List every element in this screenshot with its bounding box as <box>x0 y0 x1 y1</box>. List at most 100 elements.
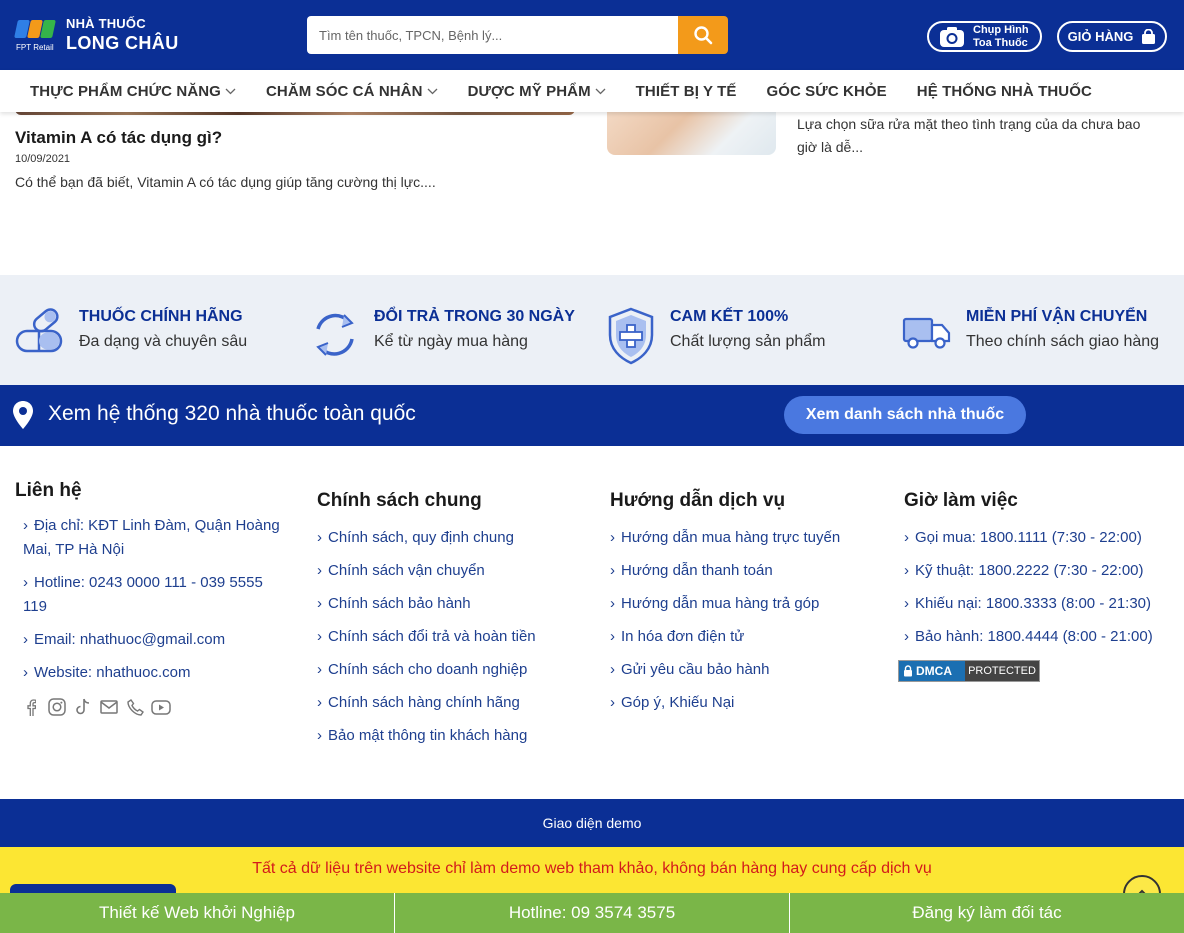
commitment-subtitle: Theo chính sách giao hàng <box>966 333 1160 350</box>
search-input[interactable] <box>307 16 678 54</box>
partner-signup-link[interactable]: Đăng ký làm đối tác <box>790 893 1184 933</box>
nav-item-functional-food[interactable]: THỰC PHẨM CHỨC NĂNG <box>30 83 236 100</box>
footer-heading: Giờ làm việc <box>904 490 1018 511</box>
article-date: 10/09/2021 <box>15 153 71 165</box>
policy-link[interactable]: › Bảo mật thông tin khách hàng <box>317 724 597 748</box>
guide-link[interactable]: › Gửi yêu cầu bảo hành <box>610 658 890 682</box>
contact-website[interactable]: › Website: nhathuoc.com <box>15 661 300 685</box>
commitment-return: ĐỔI TRẢ TRONG 30 NGÀY Kể từ ngày mua hàn… <box>310 305 575 365</box>
contact-email[interactable]: › Email: nhathuoc@gmail.com <box>15 628 300 652</box>
cart-label: GIỎ HÀNG <box>1067 29 1134 44</box>
nav-label: THIẾT BỊ Y TẾ <box>635 82 737 100</box>
chevron-right-icon: › <box>317 661 322 678</box>
logo-bottom-text: LONG CHÂU <box>66 33 179 53</box>
guide-link[interactable]: › Hướng dẫn thanh toán <box>610 559 890 583</box>
footer-heading: Chính sách chung <box>317 490 482 511</box>
store-list-button[interactable]: Xem danh sách nhà thuốc <box>784 396 1026 434</box>
chevron-right-icon: › <box>904 529 909 546</box>
chevron-right-icon: › <box>317 628 322 645</box>
fpt-logo-icon: FPT Retail <box>14 16 58 54</box>
article-excerpt: Có thể bạn đã biết, Vitamin A có tác dụn… <box>15 174 436 190</box>
nav-label: GÓC SỨC KHỎE <box>766 82 887 100</box>
hours-link[interactable]: › Bảo hành: 1800.4444 (8:00 - 21:00) <box>904 625 1179 649</box>
nav-item-cosmetics[interactable]: DƯỢC MỸ PHẨM <box>468 83 606 100</box>
footer-heading: Hướng dẫn dịch vụ <box>610 490 786 511</box>
youtube-icon[interactable] <box>148 696 174 718</box>
footer-contact: Liên hệ › Địa chỉ: KĐT Linh Đàm, Quận Hoà… <box>15 480 300 685</box>
commitment-quality: CAM KẾT 100% Chất lượng sản phẩm <box>606 305 826 365</box>
chevron-right-icon: › <box>904 595 909 612</box>
logo[interactable]: FPT Retail NHÀ THUỐC LONG CHÂU <box>14 16 179 54</box>
main-nav: THỰC PHẨM CHỨC NĂNG CHĂM SÓC CÁ NHÂN DƯỢ… <box>0 70 1184 112</box>
commitments-strip: THUỐC CHÍNH HÃNG Đa dạng và chuyên sâu Đ… <box>0 275 1184 385</box>
dmca-label: DMCA <box>916 664 952 678</box>
nav-item-medical-devices[interactable]: THIẾT BỊ Y TẾ <box>636 83 737 100</box>
contact-address: › Địa chỉ: KĐT Linh Đàm, Quận Hoàng Mai, T… <box>15 514 300 562</box>
article-thumbnail[interactable] <box>607 110 776 155</box>
hours-link[interactable]: › Khiếu nại: 1800.3333 (8:00 - 21:30) <box>904 592 1179 616</box>
chevron-right-icon: › <box>610 529 615 546</box>
footer-policy: Chính sách chung › Chính sách, quy định c… <box>317 490 597 757</box>
bottom-action-bar: Thiết kế Web khởi Nghiệp Hotline: 09 357… <box>0 893 1184 933</box>
footer-guide: Hướng dẫn dịch vụ › Hướng dẫn mua hàng tr… <box>610 490 890 724</box>
search-bar <box>307 16 728 54</box>
guide-link[interactable]: › Hướng dẫn mua hàng trực tuyến <box>610 526 890 550</box>
email-icon[interactable] <box>96 696 122 718</box>
chevron-right-icon: › <box>23 517 28 534</box>
commitment-subtitle: Đa dạng và chuyên sâu <box>79 333 248 350</box>
hours-link[interactable]: › Gọi mua: 1800.1111 (7:30 - 22:00) <box>904 526 1179 550</box>
notice-text: Tất cả dữ liệu trên website chỉ làm demo… <box>252 860 932 877</box>
nav-label: HỆ THỐNG NHÀ THUỐC <box>916 82 1092 100</box>
web-design-link[interactable]: Thiết kế Web khởi Nghiệp <box>0 893 395 933</box>
dmca-badge[interactable]: DMCA PROTECTED <box>898 660 1040 682</box>
policy-link[interactable]: › Chính sách vận chuyển <box>317 559 597 583</box>
guide-link[interactable]: › Hướng dẫn mua hàng trả góp <box>610 592 890 616</box>
search-button[interactable] <box>678 16 728 54</box>
chevron-down-icon <box>427 88 438 95</box>
instagram-icon[interactable] <box>44 696 70 718</box>
commitment-title: THUỐC CHÍNH HÃNG <box>79 308 243 325</box>
store-banner: Xem hệ thống 320 nhà thuốc toàn quốc Xem… <box>0 385 1184 446</box>
contact-hotline[interactable]: › Hotline: 0243 0000 111 - 039 5555 119 <box>15 571 300 619</box>
commitment-title: ĐỔI TRẢ TRONG 30 NGÀY <box>374 308 575 325</box>
policy-link[interactable]: › Chính sách đổi trả và hoàn tiền <box>317 625 597 649</box>
commitment-title: MIỄN PHÍ VẬN CHUYỂN <box>966 308 1148 325</box>
nav-item-health-corner[interactable]: GÓC SỨC KHỎE <box>766 83 886 100</box>
policy-link[interactable]: › Chính sách bảo hành <box>317 592 597 616</box>
commitment-shipping: MIỄN PHÍ VẬN CHUYỂN Theo chính sách giao… <box>902 305 1159 365</box>
article-title[interactable]: Vitamin A có tác dụng gì? <box>15 128 222 148</box>
nav-item-personal-care[interactable]: CHĂM SÓC CÁ NHÂN <box>266 83 438 100</box>
guide-link[interactable]: › Góp ý, Khiếu Nại <box>610 691 890 715</box>
commitment-title: CAM KẾT 100% <box>670 308 789 325</box>
hotline-link[interactable]: Hotline: 09 3574 3575 <box>395 893 790 933</box>
pill-capsule-icon <box>15 305 65 365</box>
policy-link[interactable]: › Chính sách hàng chính hãng <box>317 691 597 715</box>
chevron-right-icon: › <box>317 562 322 579</box>
cart-button[interactable]: GIỎ HÀNG <box>1057 21 1167 52</box>
policy-link[interactable]: › Chính sách cho doanh nghiệp <box>317 658 597 682</box>
chevron-down-icon <box>225 88 236 95</box>
chevron-right-icon: › <box>317 529 322 546</box>
tiktok-icon[interactable] <box>70 696 96 718</box>
chevron-right-icon: › <box>904 628 909 645</box>
chevron-right-icon: › <box>317 694 322 711</box>
photo-prescription-button[interactable]: Chụp Hình Toa Thuốc <box>927 21 1042 52</box>
nav-label: CHĂM SÓC CÁ NHÂN <box>265 82 423 100</box>
commitment-genuine: THUỐC CHÍNH HÃNG Đa dạng và chuyên sâu <box>15 305 247 365</box>
guide-link[interactable]: › In hóa đơn điện tử <box>610 625 890 649</box>
commitment-subtitle: Kể từ ngày mua hàng <box>374 333 528 350</box>
phone-icon[interactable] <box>122 696 148 718</box>
chevron-right-icon: › <box>610 694 615 711</box>
lock-icon <box>903 665 913 677</box>
demo-notice: Tất cả dữ liệu trên website chỉ làm demo… <box>0 847 1184 894</box>
demo-text: Giao diện demo <box>542 815 642 831</box>
facebook-icon[interactable] <box>18 696 44 718</box>
policy-link[interactable]: › Chính sách, quy định chung <box>317 526 597 550</box>
nav-item-store-system[interactable]: HỆ THỐNG NHÀ THUỐC <box>917 83 1092 100</box>
footer-heading: Liên hệ <box>15 480 82 501</box>
store-banner-text: Xem hệ thống 320 nhà thuốc toàn quốc <box>48 402 416 425</box>
nav-label: THỰC PHẨM CHỨC NĂNG <box>30 82 221 100</box>
demo-bar: Giao diện demo <box>0 799 1184 847</box>
hours-link[interactable]: › Kỹ thuật: 1800.2222 (7:30 - 22:00) <box>904 559 1179 583</box>
social-links <box>18 696 174 718</box>
